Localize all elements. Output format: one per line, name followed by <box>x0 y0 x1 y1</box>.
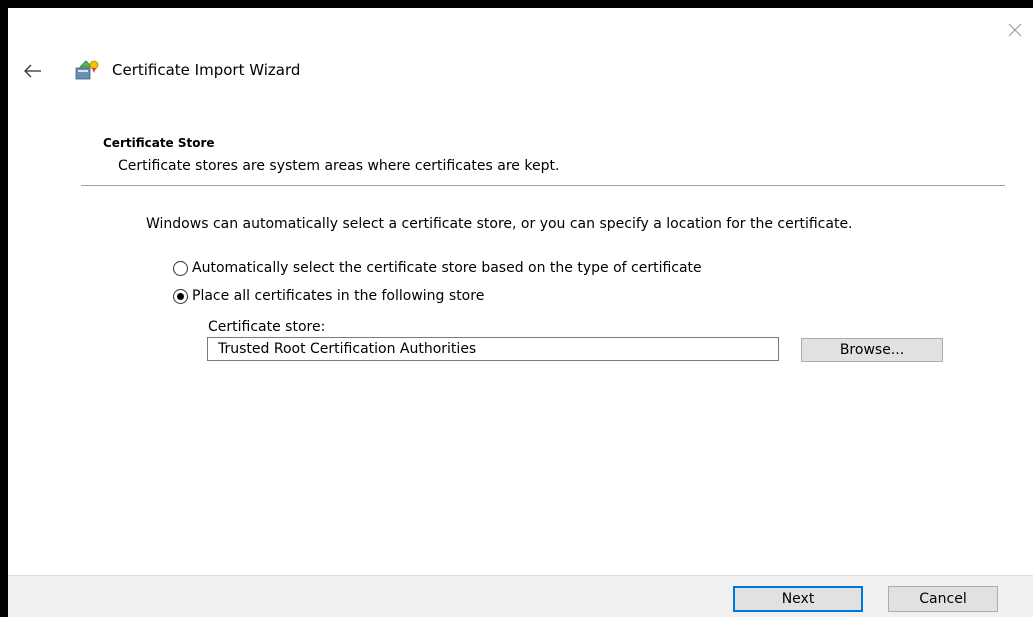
section-subheading: Certificate stores are system areas wher… <box>118 158 560 174</box>
radio-option-auto-select-label: Automatically select the certificate sto… <box>192 260 702 276</box>
description-text: Windows can automatically select a certi… <box>146 216 853 232</box>
close-icon <box>1008 23 1022 37</box>
radio-unchecked-icon[interactable] <box>173 260 188 276</box>
back-button[interactable] <box>22 62 44 80</box>
certificate-store-label: Certificate store: <box>208 319 326 335</box>
next-button[interactable]: Next <box>733 586 863 612</box>
back-arrow-icon <box>24 64 41 78</box>
title-row: Certificate Import Wizard <box>74 56 300 84</box>
window-title: Certificate Import Wizard <box>112 61 301 79</box>
wizard-window: Certificate Import Wizard Certificate St… <box>8 8 1033 617</box>
browse-button[interactable]: Browse... <box>801 338 943 362</box>
certificate-wizard-icon <box>75 60 99 80</box>
radio-option-place-in-store-label: Place all certificates in the following … <box>192 288 485 304</box>
cancel-button[interactable]: Cancel <box>888 586 998 612</box>
radio-option-auto-select[interactable]: Automatically select the certificate sto… <box>173 258 702 278</box>
section-heading: Certificate Store <box>103 136 215 150</box>
divider <box>81 185 1005 186</box>
radio-option-place-in-store[interactable]: Place all certificates in the following … <box>173 286 484 306</box>
footer-bar <box>8 575 1033 617</box>
close-button[interactable] <box>1005 20 1025 40</box>
certificate-store-field[interactable] <box>207 337 779 361</box>
radio-checked-icon[interactable] <box>173 288 188 304</box>
